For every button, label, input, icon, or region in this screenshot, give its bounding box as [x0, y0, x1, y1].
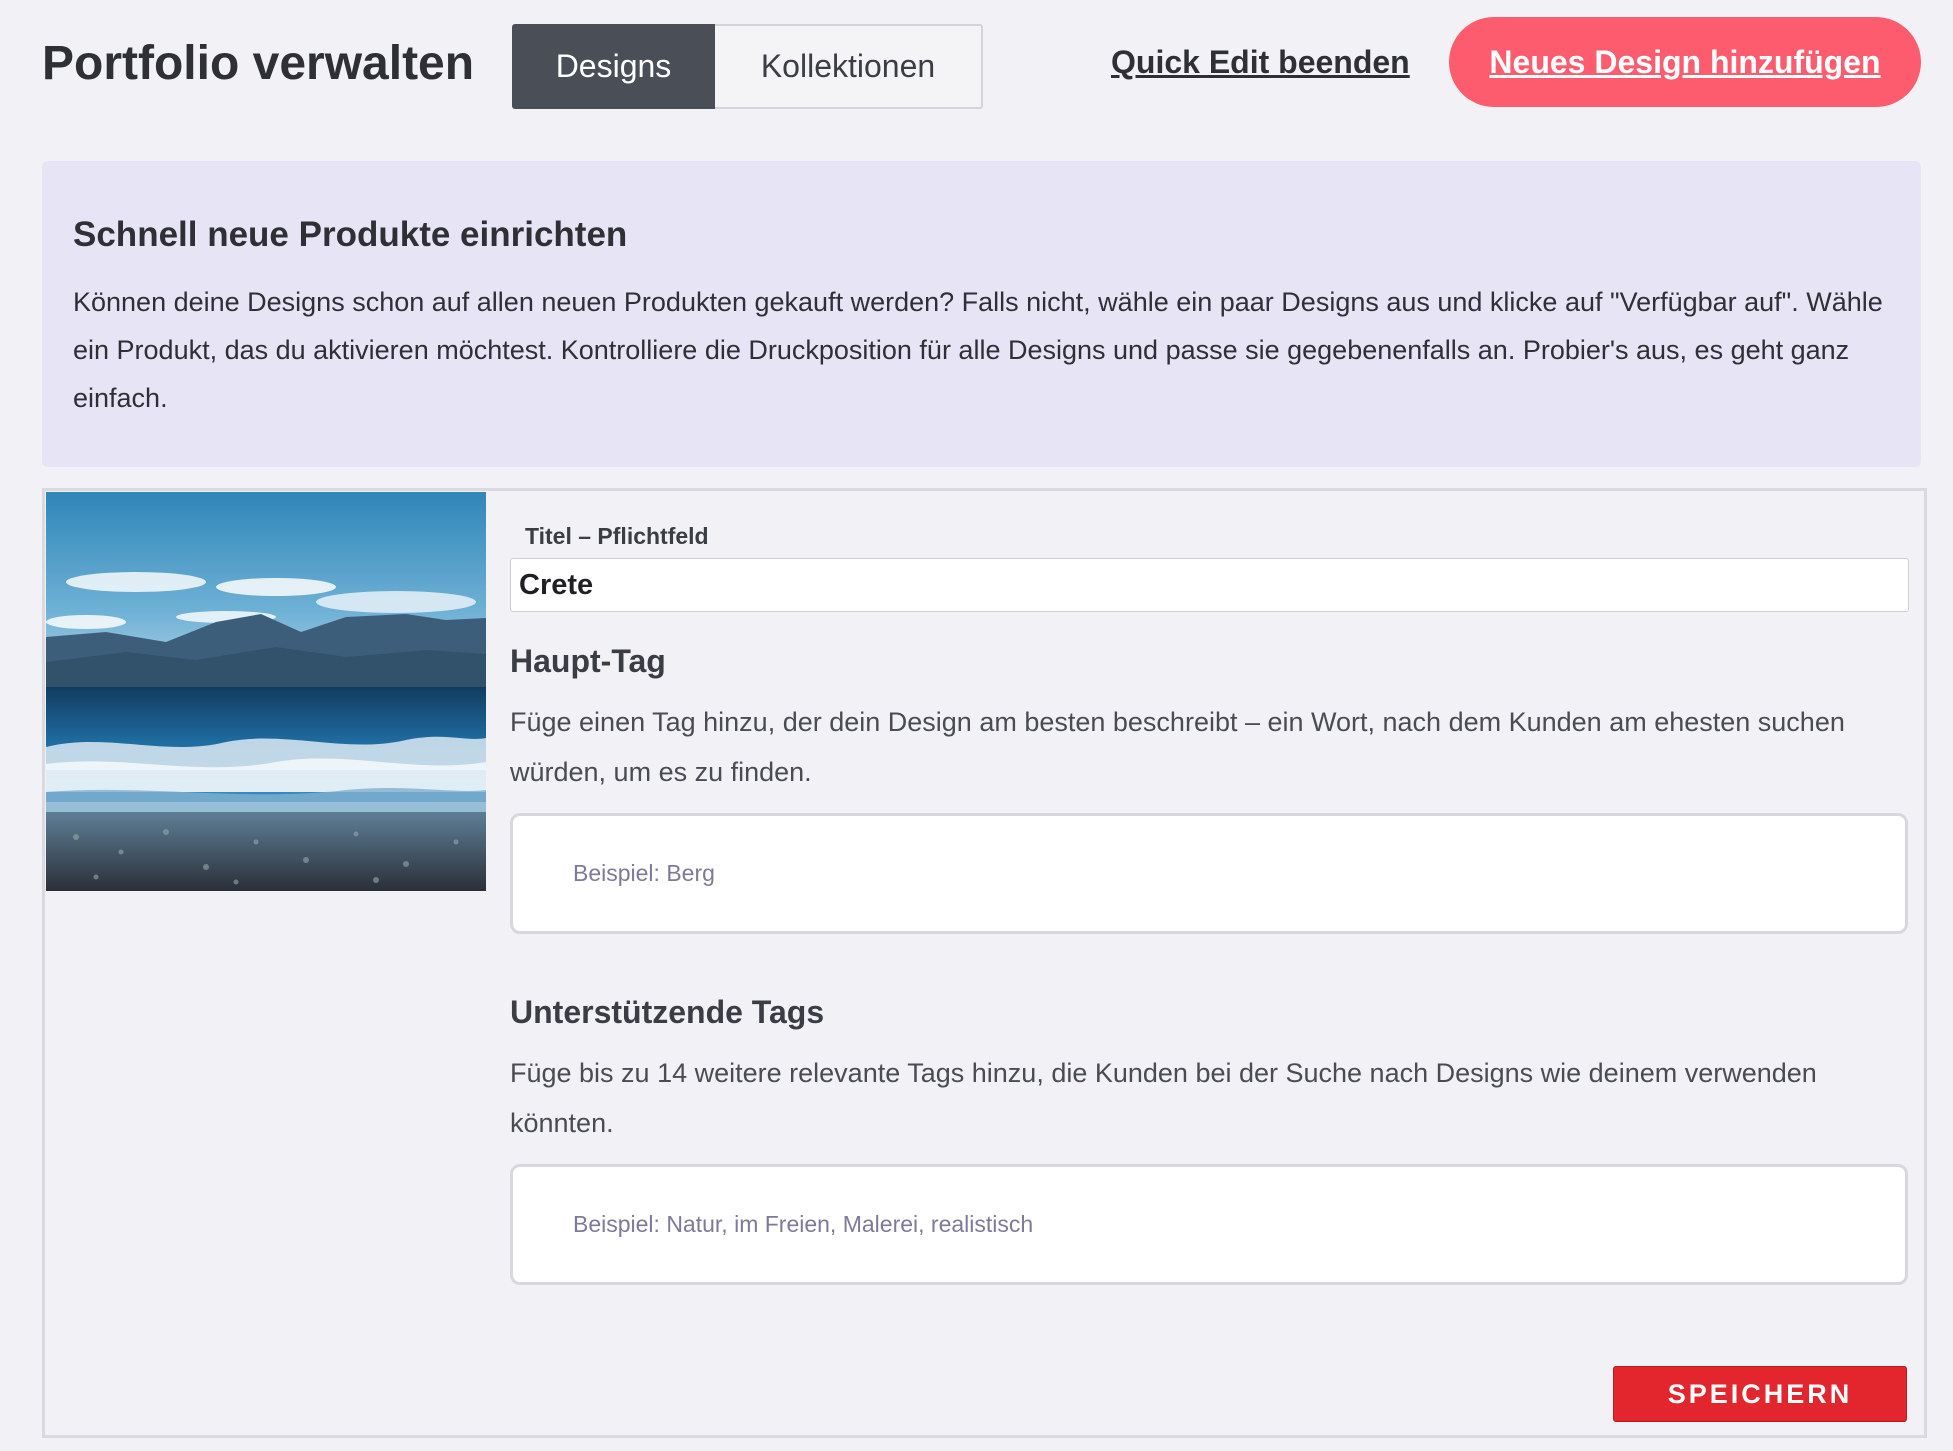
main-tag-heading: Haupt-Tag — [510, 643, 666, 679]
quick-edit-exit-link[interactable]: Quick Edit beenden — [1111, 44, 1410, 81]
info-banner: Schnell neue Produkte einrichten Können … — [42, 161, 1921, 467]
title-field-label: Titel – Pflichtfeld — [525, 523, 709, 549]
banner-title: Schnell neue Produkte einrichten — [73, 215, 628, 254]
add-new-design-button[interactable]: Neues Design hinzufügen — [1449, 17, 1921, 107]
tab-collections[interactable]: Kollektionen — [715, 24, 983, 109]
supporting-tags-description: Füge bis zu 14 weitere relevante Tags hi… — [510, 1058, 1817, 1138]
title-input[interactable] — [510, 558, 1909, 612]
crete-seascape-image — [46, 492, 486, 891]
portfolio-tabs: Designs Kollektionen — [512, 24, 983, 109]
design-thumbnail — [46, 492, 486, 891]
manage-portfolio-page: Portfolio verwalten Designs Kollektionen… — [0, 0, 1953, 1451]
tab-designs[interactable]: Designs — [512, 24, 715, 109]
design-edit-card: Titel – Pflichtfeld Haupt-Tag Füge einen… — [42, 488, 1927, 1438]
save-button[interactable]: SPEICHERN — [1613, 1366, 1907, 1422]
supporting-tags-input[interactable] — [510, 1164, 1908, 1285]
page-header: Portfolio verwalten Designs Kollektionen… — [0, 0, 1953, 130]
main-tag-input[interactable] — [510, 813, 1908, 934]
banner-text: Können deine Designs schon auf allen neu… — [73, 287, 1883, 413]
supporting-tags-heading: Unterstützende Tags — [510, 994, 825, 1030]
main-tag-description: Füge einen Tag hinzu, der dein Design am… — [510, 707, 1845, 787]
page-title: Portfolio verwalten — [42, 37, 475, 90]
